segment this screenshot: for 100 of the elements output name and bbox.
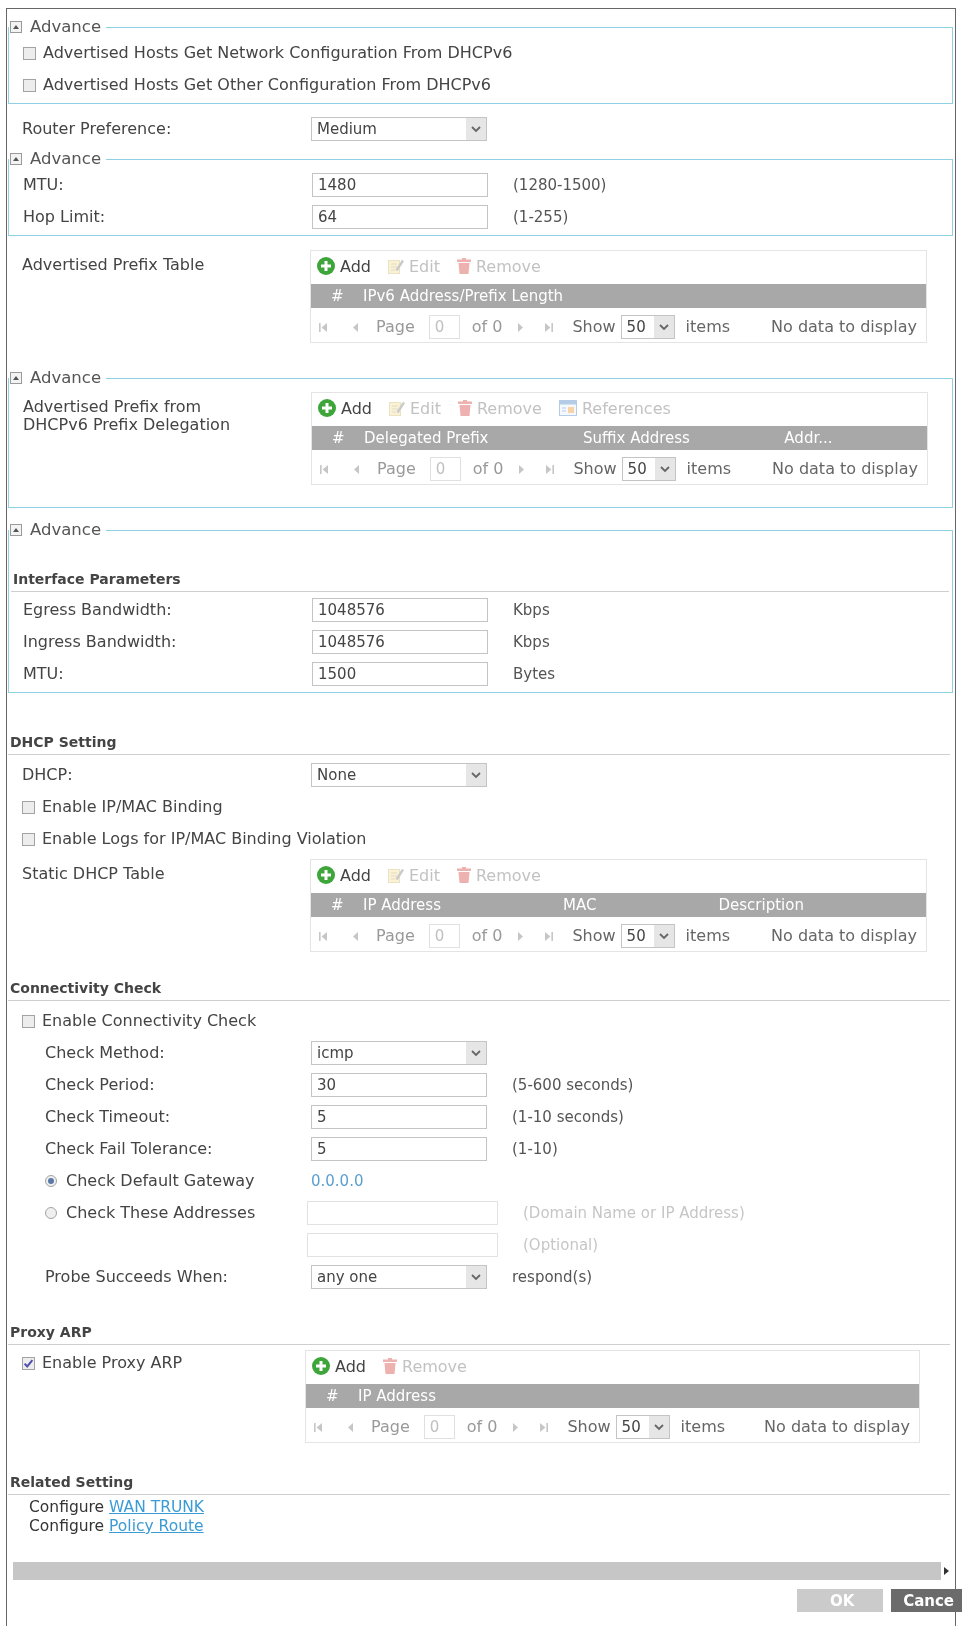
items-label: items (685, 927, 731, 945)
field-label: Check Timeout: (45, 1108, 171, 1126)
field-note: (1-255) (513, 208, 569, 226)
field-label: Check Method: (45, 1044, 165, 1062)
field-label: MTU: (23, 176, 64, 194)
collapse-icon[interactable] (10, 372, 22, 384)
first-page-icon[interactable] (319, 931, 327, 941)
field-note: Bytes (513, 665, 556, 683)
first-page-icon[interactable] (314, 1422, 322, 1432)
add-button[interactable]: Add (318, 398, 372, 418)
field-note: (Optional) (523, 1236, 599, 1254)
trash-icon (456, 867, 471, 883)
pencil-icon (388, 258, 404, 274)
checkbox-label: Enable IP/MAC Binding (42, 798, 223, 816)
checkbox[interactable] (23, 78, 36, 92)
radio-button[interactable] (45, 1207, 57, 1219)
show-label: Show (572, 318, 616, 336)
trash-icon (383, 1358, 397, 1374)
panel-title: Advance (30, 150, 102, 168)
collapse-icon[interactable] (10, 524, 22, 536)
field-note: (Domain Name or IP Address) (523, 1204, 745, 1222)
add-button[interactable]: Add (317, 256, 371, 276)
section-heading: Connectivity Check (10, 980, 162, 996)
empty-message: No data to display (771, 318, 917, 336)
window-icon (558, 400, 577, 416)
page-size-dropdown[interactable]: 50 (621, 457, 676, 481)
table-label: Static DHCP Table (22, 864, 165, 883)
last-page-icon[interactable] (545, 322, 554, 332)
page-size-dropdown[interactable]: 50 (615, 1415, 670, 1439)
last-page-icon[interactable] (540, 1422, 549, 1432)
page-size-dropdown[interactable]: 50 (620, 924, 675, 948)
page-size-dropdown[interactable]: 50 (620, 315, 675, 339)
column-header: MAC (563, 896, 598, 914)
trash-icon (456, 258, 471, 274)
first-page-icon[interactable] (319, 322, 327, 332)
checkbox-label: Enable Connectivity Check (42, 1012, 257, 1030)
dropdown[interactable]: any one (311, 1265, 487, 1289)
scroll-right-icon[interactable] (944, 1567, 949, 1575)
next-page-icon[interactable] (518, 931, 524, 941)
field-label: Router Preference: (22, 120, 172, 138)
plus-circle-icon (312, 1357, 330, 1375)
radio-button[interactable] (45, 1175, 57, 1187)
next-page-icon[interactable] (518, 322, 524, 332)
text-field[interactable]: 1048576 (312, 598, 488, 622)
chevron-down-icon (466, 118, 486, 140)
text-field[interactable]: 5 (311, 1105, 487, 1129)
add-button[interactable]: Add (317, 865, 371, 885)
page-count-text: of 0 (466, 1418, 498, 1436)
collapse-icon[interactable] (10, 21, 22, 33)
column-header: Addr... (784, 429, 834, 447)
checkbox-label: Advertised Hosts Get Other Configuration From DHCPv6 (43, 76, 491, 94)
column-header: Delegated Prefix (364, 429, 490, 447)
text-field[interactable]: 1480 (312, 173, 488, 197)
field-label: DHCP: (22, 766, 73, 784)
last-page-icon[interactable] (546, 464, 555, 474)
empty-message: No data to display (771, 927, 917, 945)
add-button[interactable]: Add (312, 1356, 366, 1376)
plus-circle-icon (318, 399, 336, 417)
text-field[interactable]: 1048576 (312, 630, 488, 654)
dropdown[interactable]: Medium (311, 117, 487, 141)
checkbox[interactable] (22, 1356, 35, 1370)
text-field[interactable]: 5 (311, 1137, 487, 1161)
previous-page-icon[interactable] (353, 322, 358, 332)
plus-circle-icon (317, 257, 335, 275)
checkbox[interactable] (22, 832, 35, 846)
previous-page-icon[interactable] (354, 464, 359, 474)
dropdown[interactable]: icmp (311, 1041, 487, 1065)
dialog-button[interactable]: Cance (891, 1589, 962, 1612)
text-field[interactable]: 30 (311, 1073, 487, 1097)
page-count-text: of 0 (472, 460, 504, 478)
column-header: # (330, 287, 345, 305)
pencil-icon (389, 400, 405, 416)
text-field[interactable]: 64 (312, 205, 488, 229)
column-header: IPv6 Address/Prefix Length (363, 287, 565, 305)
show-label: Show (573, 460, 617, 478)
address-text: 0.0.0.0 (311, 1172, 364, 1190)
field-label: MTU: (23, 665, 64, 683)
empty-message: No data to display (764, 1418, 910, 1436)
previous-page-icon[interactable] (348, 1422, 353, 1432)
field-label: Probe Succeeds When: (45, 1268, 228, 1286)
first-page-icon[interactable] (320, 464, 328, 474)
items-label: items (686, 460, 732, 478)
section-heading: Related Setting (10, 1474, 134, 1490)
field-note: (1-10) (512, 1140, 558, 1158)
related-setting-text: Configure Policy Route (29, 1517, 204, 1536)
checkbox[interactable] (23, 46, 36, 60)
next-page-icon[interactable] (519, 464, 525, 474)
radio-label: Check Default Gateway (66, 1172, 255, 1190)
previous-page-icon[interactable] (353, 931, 358, 941)
dropdown[interactable]: None (311, 763, 487, 787)
collapse-icon[interactable] (10, 153, 22, 165)
checkbox[interactable] (22, 800, 35, 814)
text-field[interactable]: 1500 (312, 662, 488, 686)
column-header: # (325, 1387, 340, 1405)
field-note: Kbps (513, 601, 550, 619)
chevron-down-icon (654, 458, 675, 480)
next-page-icon[interactable] (513, 1422, 519, 1432)
table-label: Advertised Prefix Table (22, 255, 205, 274)
last-page-icon[interactable] (545, 931, 554, 941)
checkbox[interactable] (22, 1014, 35, 1028)
